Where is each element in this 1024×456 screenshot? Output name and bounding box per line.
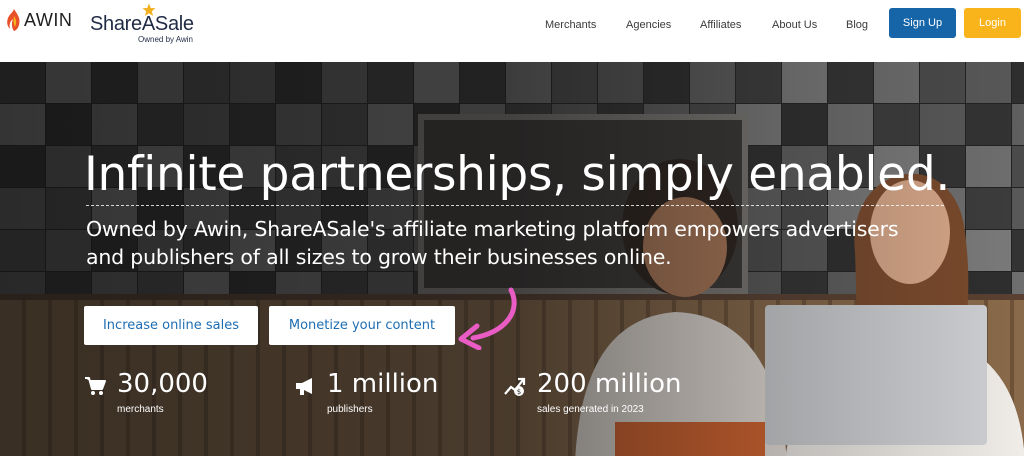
nav-affiliates[interactable]: Affiliates bbox=[700, 16, 741, 31]
nav-about-us[interactable]: About Us bbox=[772, 16, 817, 31]
nav-agencies[interactable]: Agencies bbox=[626, 16, 671, 31]
stat-label: publishers bbox=[327, 404, 373, 415]
hero-section: Infinite partnerships, simply enabled. O… bbox=[0, 62, 1024, 456]
login-button[interactable]: Login bbox=[964, 8, 1021, 38]
growth-chart-icon: $ bbox=[504, 377, 526, 396]
hero-headline: Infinite partnerships, simply enabled. bbox=[84, 147, 950, 202]
nav-blog[interactable]: Blog bbox=[846, 16, 868, 31]
awin-flame-icon bbox=[7, 9, 20, 31]
stat-sales: $ 200 million sales generated in 2023 bbox=[504, 369, 704, 429]
awin-wordmark: AWIN bbox=[24, 9, 73, 30]
monetize-content-button[interactable]: Monetize your content bbox=[269, 306, 455, 345]
stat-publishers: 1 million publishers bbox=[294, 369, 474, 429]
nav-merchants[interactable]: Merchants bbox=[545, 16, 596, 31]
shareasale-owned-by: Owned by Awin bbox=[138, 35, 193, 44]
stat-label: merchants bbox=[117, 404, 164, 415]
megaphone-icon bbox=[296, 378, 312, 395]
shareasale-wordmark: ShareASale bbox=[90, 13, 194, 35]
increase-sales-button[interactable]: Increase online sales bbox=[84, 306, 258, 345]
stat-label: sales generated in 2023 bbox=[537, 404, 644, 415]
stat-value: 30,000 bbox=[117, 369, 208, 399]
site-header: AWIN ShareASale Owned by Awin Merchants … bbox=[0, 0, 1024, 62]
stat-merchants: 30,000 merchants bbox=[84, 369, 264, 429]
stat-value: 1 million bbox=[327, 369, 439, 399]
cart-icon bbox=[85, 377, 106, 395]
hero-subcopy: Owned by Awin, ShareASale's affiliate ma… bbox=[86, 217, 899, 269]
shareasale-logo[interactable]: ShareASale Owned by Awin bbox=[90, 3, 200, 44]
curved-arrow-icon bbox=[458, 287, 517, 350]
stat-value: 200 million bbox=[537, 369, 682, 399]
headline-underline bbox=[86, 205, 944, 206]
svg-text:$: $ bbox=[517, 388, 521, 396]
signup-button[interactable]: Sign Up bbox=[889, 8, 956, 38]
awin-logo[interactable]: AWIN bbox=[6, 6, 72, 34]
